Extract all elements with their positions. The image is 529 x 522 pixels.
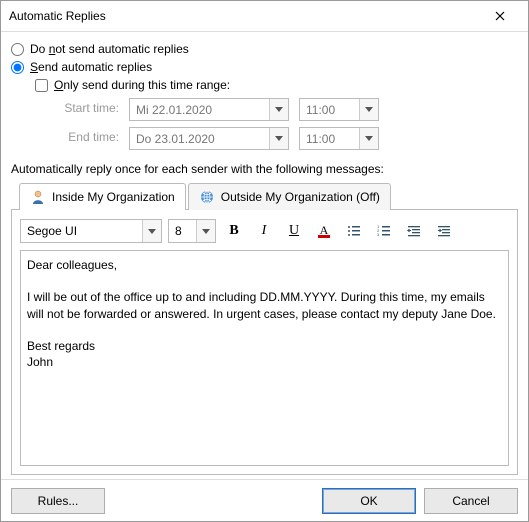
size-combo[interactable]: 8: [168, 219, 216, 243]
font-dropdown[interactable]: [142, 220, 161, 242]
dialog-footer: Rules... OK Cancel: [1, 479, 528, 521]
dialog-body: Do not send automatic replies Send autom…: [1, 32, 528, 479]
titlebar: Automatic Replies: [1, 1, 528, 32]
format-toolbar: Segoe UI 8 B I U A 123: [20, 218, 509, 244]
label-send: Send automatic replies: [30, 60, 152, 74]
font-value: Segoe UI: [21, 224, 142, 238]
end-time-combo[interactable]: 11:00: [299, 127, 379, 150]
font-combo[interactable]: Segoe UI: [20, 219, 162, 243]
tab-outside-label: Outside My Organization (Off): [221, 190, 380, 204]
underline-button[interactable]: U: [282, 219, 306, 243]
indent-button[interactable]: [432, 219, 456, 243]
start-date-combo[interactable]: Mi 22.01.2020: [129, 98, 289, 121]
label-do-not-send: Do not send automatic replies: [30, 42, 189, 56]
tab-inside-org[interactable]: Inside My Organization: [19, 183, 186, 210]
bullets-icon: [347, 224, 361, 238]
numbering-button[interactable]: 123: [372, 219, 396, 243]
radio-send[interactable]: [11, 61, 24, 74]
end-date-combo[interactable]: Do 23.01.2020: [129, 127, 289, 150]
option-send[interactable]: Send automatic replies: [11, 60, 518, 74]
italic-button[interactable]: I: [252, 219, 276, 243]
end-date-value: Do 23.01.2020: [130, 132, 269, 146]
numbering-icon: 123: [377, 224, 391, 238]
start-date-dropdown[interactable]: [269, 99, 288, 120]
time-range-grid: Start time: Mi 22.01.2020 11:00 End time…: [49, 98, 518, 150]
start-time-value: 11:00: [300, 103, 359, 117]
chevron-down-icon: [148, 229, 156, 234]
end-time-dropdown[interactable]: [359, 128, 378, 149]
person-icon: [30, 189, 46, 205]
bold-icon: B: [229, 223, 238, 239]
section-reply-text: Automatically reply once for each sender…: [11, 162, 518, 176]
outdent-button[interactable]: [402, 219, 426, 243]
size-value: 8: [169, 224, 196, 238]
start-date-value: Mi 22.01.2020: [130, 103, 269, 117]
svg-text:3: 3: [377, 232, 380, 237]
underline-icon: U: [289, 223, 299, 239]
end-time-value: 11:00: [300, 132, 359, 146]
checkbox-only-range[interactable]: [35, 79, 48, 92]
font-color-icon: A: [318, 225, 330, 238]
start-time-label: Start time:: [49, 98, 119, 121]
tab-panel: Segoe UI 8 B I U A 123: [11, 209, 518, 475]
label-only-range: Only send during this time range:: [54, 78, 230, 92]
chevron-down-icon: [365, 136, 373, 141]
tab-outside-org[interactable]: Outside My Organization (Off): [188, 183, 391, 210]
chevron-down-icon: [202, 229, 210, 234]
bold-button[interactable]: B: [222, 219, 246, 243]
size-dropdown[interactable]: [196, 220, 215, 242]
option-only-range[interactable]: Only send during this time range:: [35, 78, 518, 92]
option-do-not-send[interactable]: Do not send automatic replies: [11, 42, 518, 56]
globe-icon: [199, 189, 215, 205]
ok-button[interactable]: OK: [322, 488, 416, 514]
indent-icon: [437, 224, 451, 238]
font-color-button[interactable]: A: [312, 219, 336, 243]
start-time-dropdown[interactable]: [359, 99, 378, 120]
cancel-button[interactable]: Cancel: [424, 488, 518, 514]
window-title: Automatic Replies: [9, 9, 480, 23]
close-button[interactable]: [480, 1, 520, 31]
chevron-down-icon: [275, 107, 283, 112]
end-date-dropdown[interactable]: [269, 128, 288, 149]
start-time-combo[interactable]: 11:00: [299, 98, 379, 121]
italic-icon: I: [262, 223, 267, 239]
automatic-replies-dialog: Automatic Replies Do not send automatic …: [0, 0, 529, 522]
end-time-label: End time:: [49, 127, 119, 150]
chevron-down-icon: [275, 136, 283, 141]
close-icon: [495, 11, 505, 21]
bullets-button[interactable]: [342, 219, 366, 243]
tab-inside-label: Inside My Organization: [52, 190, 175, 204]
tabs: Inside My Organization Outside My Organi…: [11, 182, 518, 209]
rules-button[interactable]: Rules...: [11, 488, 105, 514]
chevron-down-icon: [365, 107, 373, 112]
outdent-icon: [407, 224, 421, 238]
radio-do-not-send[interactable]: [11, 43, 24, 56]
message-editor[interactable]: Dear colleagues, I will be out of the of…: [20, 250, 509, 466]
